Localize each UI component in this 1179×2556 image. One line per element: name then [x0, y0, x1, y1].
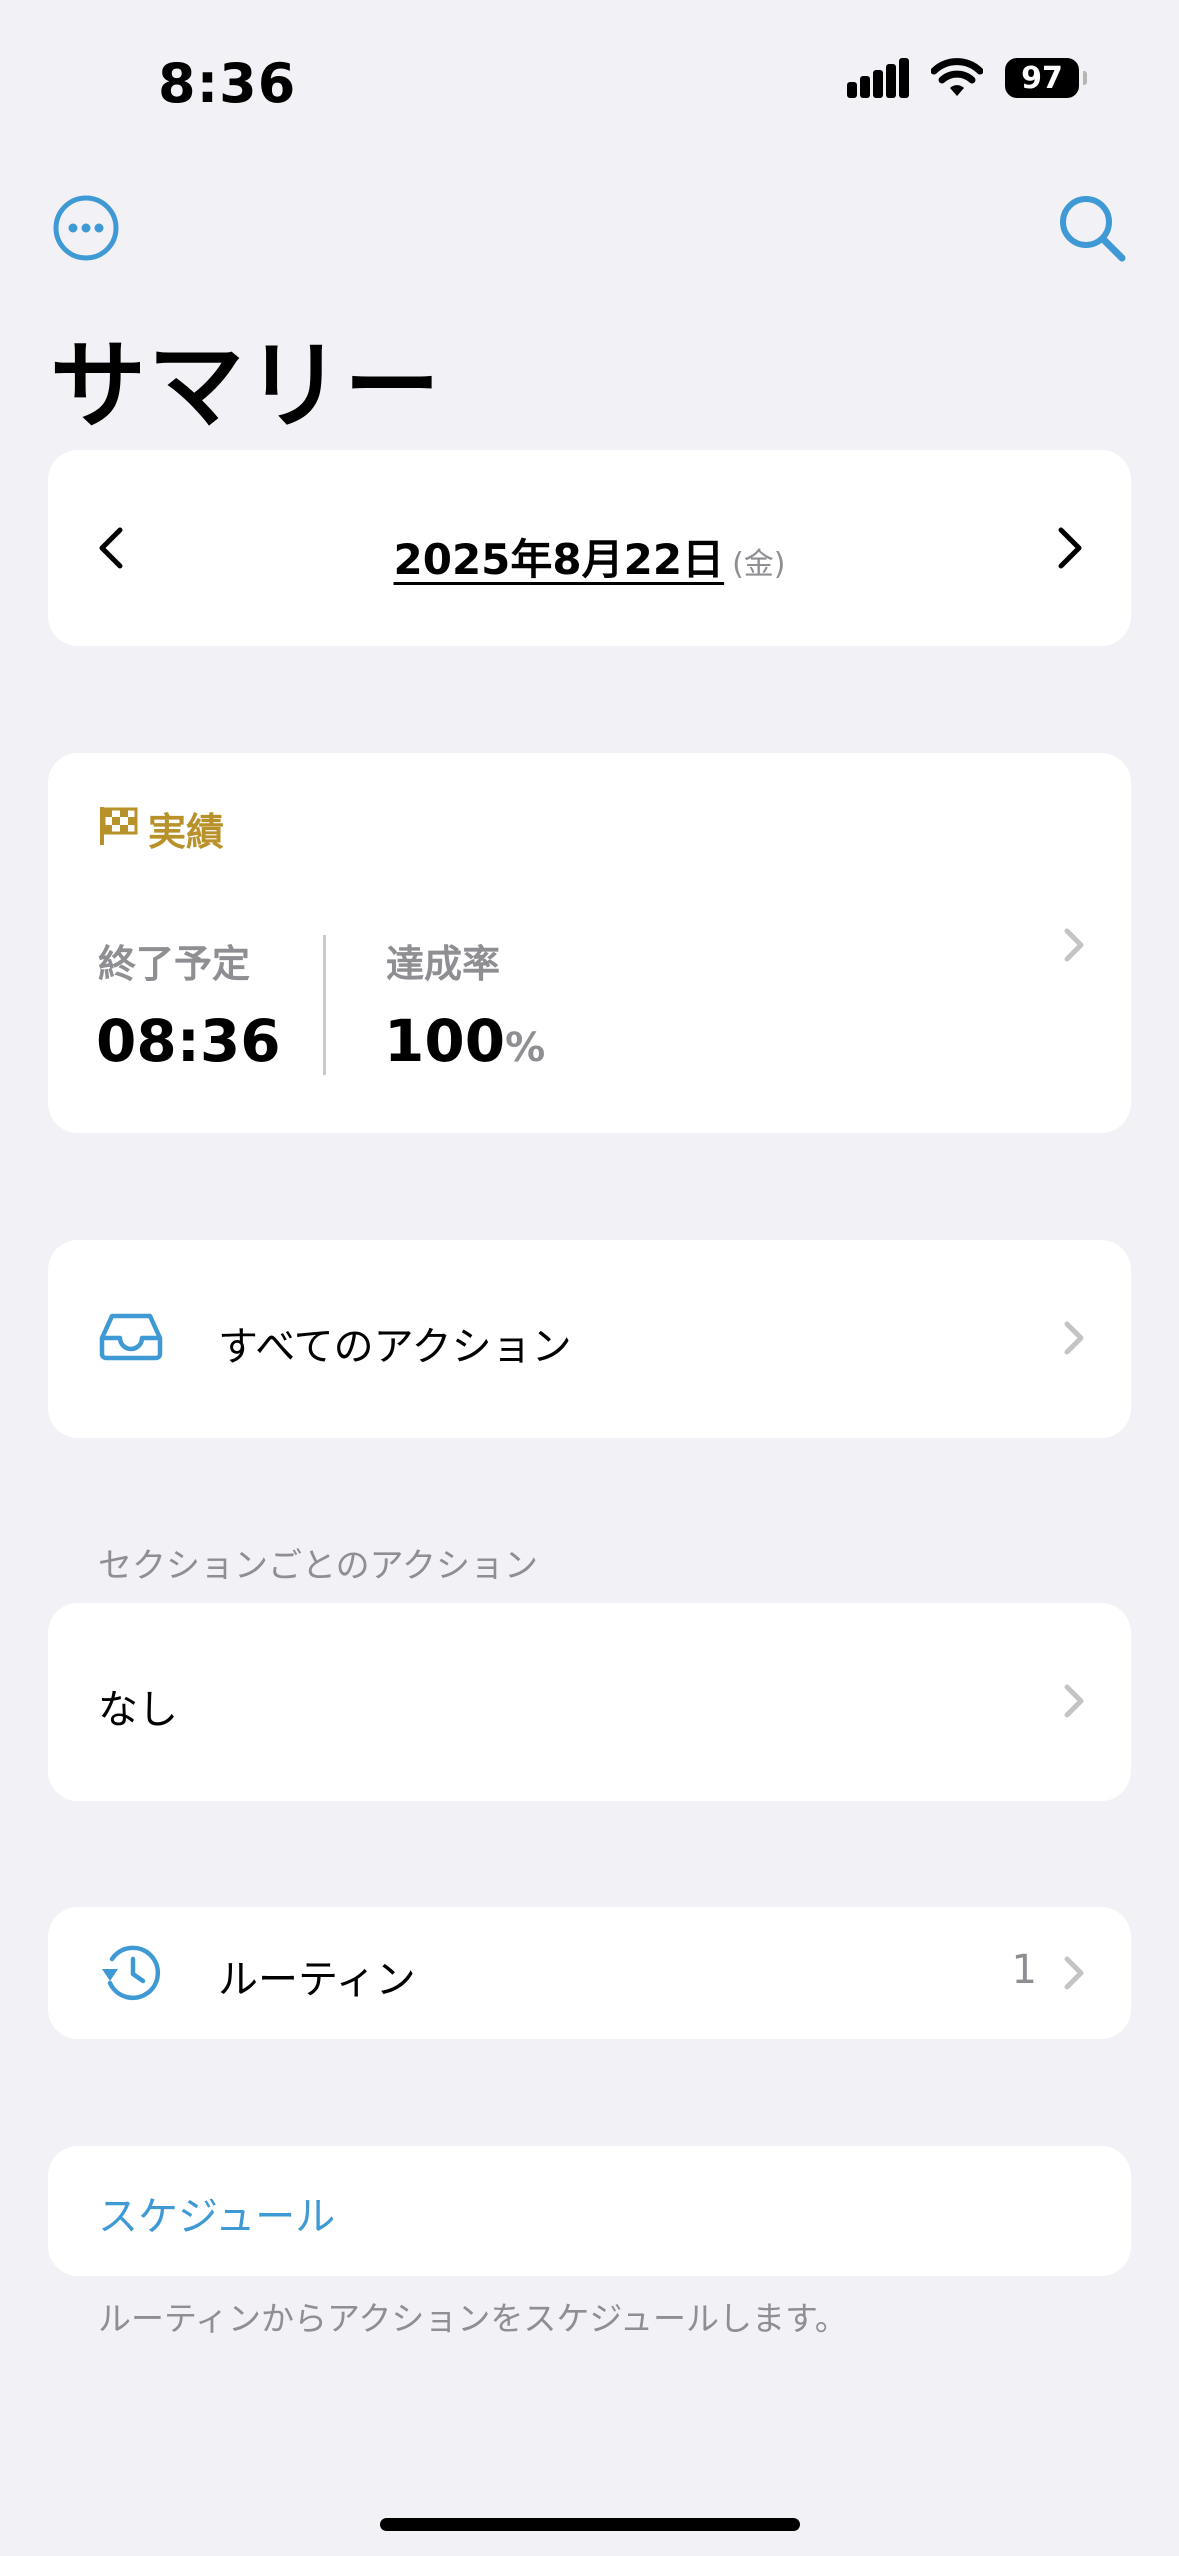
achievement-title: 実績: [148, 810, 225, 854]
next-day-button[interactable]: [1055, 526, 1085, 570]
cellular-signal-icon: [847, 58, 909, 98]
routine-row[interactable]: ルーティン 1: [48, 1907, 1131, 2039]
home-indicator[interactable]: [380, 2518, 800, 2531]
wifi-icon: [931, 58, 983, 96]
routine-count: 1: [1011, 1947, 1037, 1993]
all-actions-label: すべてのアクション: [218, 1324, 572, 1370]
stat-divider: [323, 935, 326, 1075]
section-actions-header: セクションごとのアクション: [98, 1546, 538, 1586]
battery-level: 97: [1021, 60, 1063, 96]
schedule-button[interactable]: スケジュール: [98, 2184, 335, 2242]
history-clock-icon: [102, 1945, 160, 2001]
status-icons: 97: [847, 58, 1087, 98]
battery-indicator: 97: [1005, 58, 1087, 98]
routine-label: ルーティン: [218, 1957, 416, 2003]
more-options-icon[interactable]: [52, 194, 120, 262]
status-time: 8:36: [158, 52, 297, 115]
completion-rate-label: 達成率: [386, 942, 501, 986]
weekday-label: (金): [732, 547, 786, 582]
section-actions-value: なし: [98, 1687, 178, 1733]
achievement-card[interactable]: 実績 終了予定 08:36 達成率 100%: [48, 753, 1131, 1133]
date-navigator: 2025年8月22日 (金): [48, 450, 1131, 646]
completion-rate-value: 100: [384, 1007, 506, 1075]
end-time-value: 08:36: [96, 1007, 281, 1075]
search-icon[interactable]: [1058, 194, 1128, 264]
schedule-note: ルーティンからアクションをスケジュールします。: [98, 2299, 848, 2338]
checkered-flag-icon: [100, 807, 138, 845]
chevron-right-icon: [1064, 1321, 1084, 1355]
schedule-row[interactable]: スケジュール: [48, 2146, 1131, 2276]
end-time-label: 終了予定: [98, 942, 251, 986]
completion-rate-unit: %: [505, 1025, 546, 1071]
all-actions-row[interactable]: すべてのアクション: [48, 1240, 1131, 1438]
date-label[interactable]: 2025年8月22日: [394, 535, 725, 584]
chevron-right-icon: [1064, 928, 1084, 962]
date-display[interactable]: 2025年8月22日 (金): [48, 526, 1131, 587]
chevron-right-icon: [1064, 1684, 1084, 1718]
completion-rate: 100%: [384, 1007, 545, 1075]
chevron-right-icon: [1064, 1956, 1084, 1990]
page-title: サマリー: [50, 330, 442, 442]
inbox-tray-icon: [99, 1313, 163, 1361]
section-actions-row[interactable]: なし: [48, 1603, 1131, 1801]
